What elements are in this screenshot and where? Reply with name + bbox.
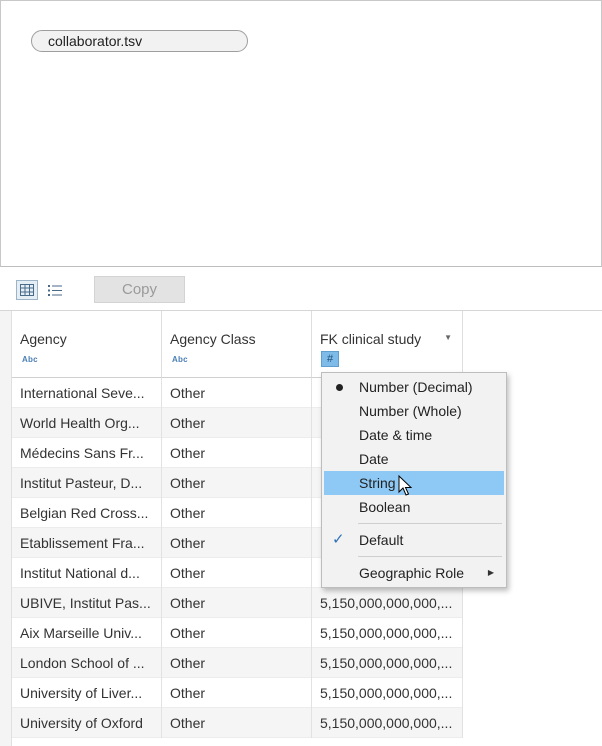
source-table-pill[interactable]: collaborator.tsv: [31, 30, 248, 52]
agency-cell[interactable]: University of Oxford: [12, 708, 162, 738]
agency-cell[interactable]: World Health Org...: [12, 408, 162, 438]
string-type-icon[interactable]: Abc: [172, 355, 188, 364]
menu-item-number-whole[interactable]: Number (Whole): [324, 399, 504, 423]
number-type-icon[interactable]: #: [321, 351, 339, 367]
string-type-icon[interactable]: Abc: [22, 355, 38, 364]
menu-item-label: Default: [359, 532, 404, 548]
menu-item-date-time[interactable]: Date & time: [324, 423, 504, 447]
agency-class-cell[interactable]: Other: [162, 528, 312, 558]
data-grid: Agency Abc Agency Class Abc FK clinical …: [0, 310, 602, 746]
agency-cell[interactable]: Aix Marseille Univ...: [12, 618, 162, 648]
menu-separator: [358, 523, 502, 524]
agency-class-cell[interactable]: Other: [162, 468, 312, 498]
agency-cell[interactable]: International Seve...: [12, 378, 162, 408]
menu-separator: [358, 556, 502, 557]
agency-class-cell[interactable]: Other: [162, 408, 312, 438]
agency-cell[interactable]: Institut National d...: [12, 558, 162, 588]
data-source-canvas: collaborator.tsv: [0, 0, 602, 267]
grid-view-icon[interactable]: [16, 280, 38, 300]
menu-item-label: String: [359, 475, 396, 491]
menu-item-number-decimal[interactable]: Number (Decimal): [324, 375, 504, 399]
agency-class-cell[interactable]: Other: [162, 588, 312, 618]
menu-item-label: Date: [359, 451, 389, 467]
menu-item-label: Number (Whole): [359, 403, 462, 419]
fk-clinical-study-cell[interactable]: 5,150,000,000,000,...: [312, 618, 463, 648]
row-gutter: [0, 311, 12, 746]
checkmark-icon: ✓: [332, 531, 345, 548]
selected-bullet-icon: [336, 384, 343, 391]
submenu-arrow-icon: ▶: [487, 568, 494, 577]
column-header-fk-clinical-study[interactable]: FK clinical study ▼ #: [312, 311, 463, 378]
agency-class-cell[interactable]: Other: [162, 648, 312, 678]
agency-cell[interactable]: Médecins Sans Fr...: [12, 438, 162, 468]
data-type-menu: Number (Decimal) Number (Whole) Date & t…: [321, 372, 507, 588]
menu-item-label: Geographic Role: [359, 565, 465, 581]
menu-item-label: Number (Decimal): [359, 379, 473, 395]
agency-class-cell[interactable]: Other: [162, 378, 312, 408]
fk-clinical-study-cell[interactable]: 5,150,000,000,000,...: [312, 588, 463, 618]
table-row[interactable]: UBIVE, Institut Pas... Other 5,150,000,000…: [12, 588, 463, 618]
table-row[interactable]: University of Liver... Other 5,150,000,000…: [12, 678, 463, 708]
table-row[interactable]: University of Oxford Other 5,150,000,000,0…: [12, 708, 463, 738]
copy-button[interactable]: Copy: [94, 276, 185, 303]
mouse-cursor-icon: [398, 475, 413, 496]
agency-cell[interactable]: London School of ...: [12, 648, 162, 678]
agency-class-cell[interactable]: Other: [162, 678, 312, 708]
menu-item-string[interactable]: String: [324, 471, 504, 495]
column-header-agency-class[interactable]: Agency Class Abc: [162, 311, 312, 378]
column-name: Agency Class: [170, 331, 256, 347]
agency-cell[interactable]: Institut Pasteur, D...: [12, 468, 162, 498]
fk-clinical-study-cell[interactable]: 5,150,000,000,000,...: [312, 648, 463, 678]
menu-item-label: Boolean: [359, 499, 411, 515]
agency-class-cell[interactable]: Other: [162, 618, 312, 648]
menu-item-date[interactable]: Date: [324, 447, 504, 471]
agency-class-cell[interactable]: Other: [162, 498, 312, 528]
menu-item-label: Date & time: [359, 427, 433, 443]
column-header-agency[interactable]: Agency Abc: [12, 311, 162, 378]
agency-class-cell[interactable]: Other: [162, 438, 312, 468]
agency-cell[interactable]: Belgian Red Cross...: [12, 498, 162, 528]
agency-cell[interactable]: University of Liver...: [12, 678, 162, 708]
fk-clinical-study-cell[interactable]: 5,150,000,000,000,...: [312, 678, 463, 708]
list-view-icon[interactable]: [44, 280, 66, 300]
fk-clinical-study-cell[interactable]: 5,150,000,000,000,...: [312, 708, 463, 738]
chevron-down-icon[interactable]: ▼: [444, 333, 452, 342]
agency-cell[interactable]: UBIVE, Institut Pas...: [12, 588, 162, 618]
column-name: FK clinical study: [320, 331, 422, 347]
column-name: Agency: [20, 331, 67, 347]
agency-cell[interactable]: Etablissement Fra...: [12, 528, 162, 558]
grid-toolbar: Copy: [0, 267, 602, 310]
menu-item-default[interactable]: ✓ Default: [324, 528, 504, 552]
table-row[interactable]: London School of ... Other 5,150,000,000,0…: [12, 648, 463, 678]
table-row[interactable]: Aix Marseille Univ... Other 5,150,000,000,…: [12, 618, 463, 648]
agency-class-cell[interactable]: Other: [162, 558, 312, 588]
agency-class-cell[interactable]: Other: [162, 708, 312, 738]
menu-item-boolean[interactable]: Boolean: [324, 495, 504, 519]
menu-item-geographic-role[interactable]: Geographic Role ▶: [324, 561, 504, 585]
